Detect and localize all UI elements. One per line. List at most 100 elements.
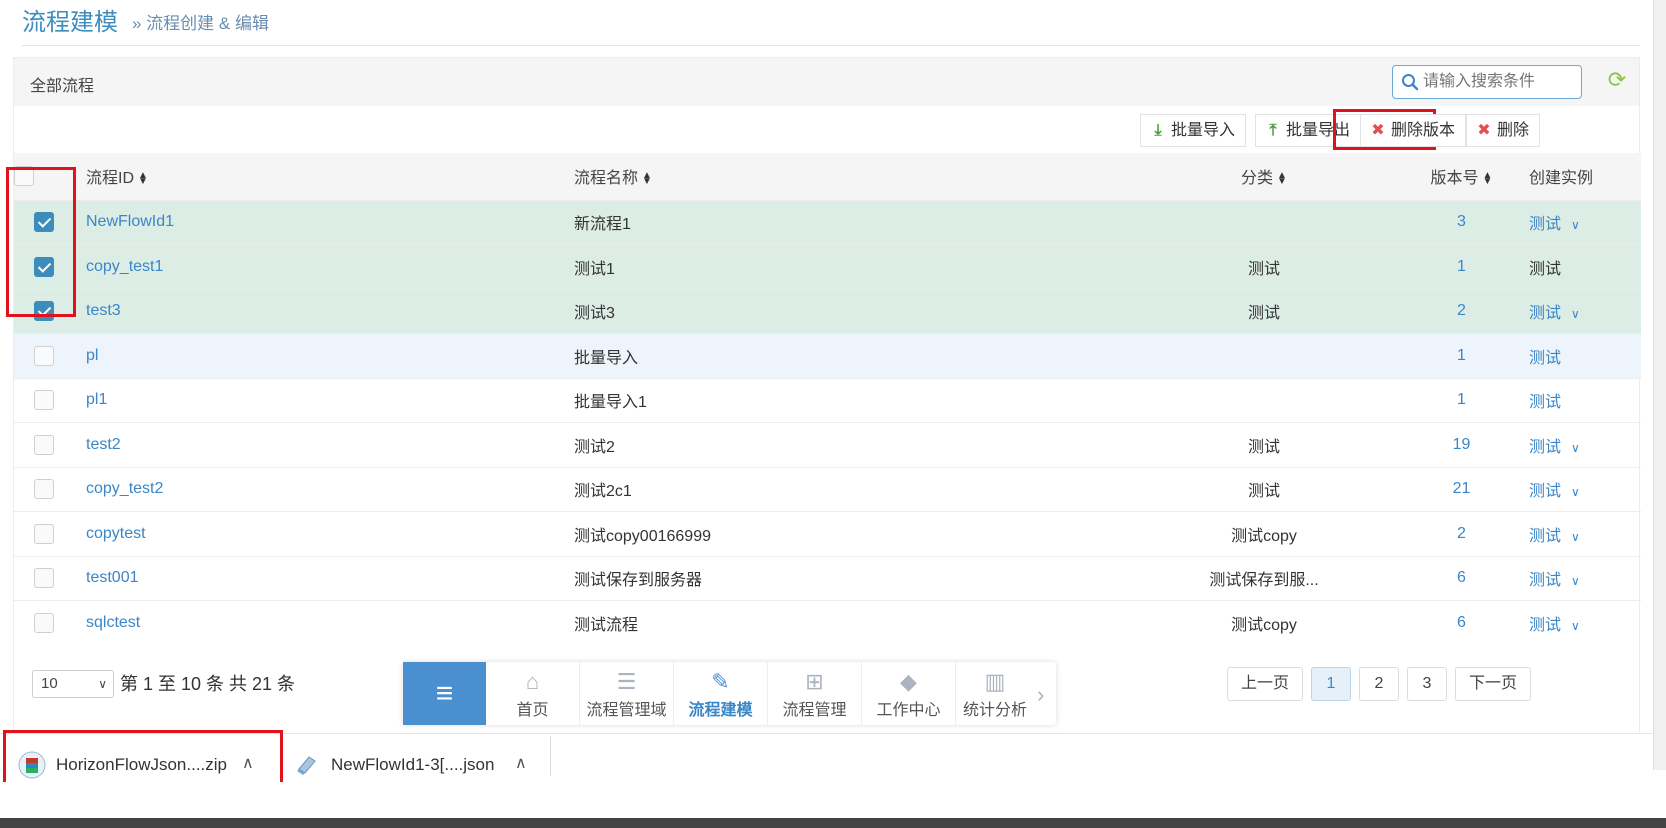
- chevron-down-icon[interactable]: ∨: [1571, 307, 1580, 321]
- flow-id-cell[interactable]: test2: [74, 422, 574, 467]
- flow-id-cell[interactable]: copy_test2: [74, 466, 574, 512]
- table-row[interactable]: sqlctest 测试流程 测试copy 6 测试 ∨: [14, 600, 1641, 645]
- col-flow-id[interactable]: 流程ID ▲ ▼: [74, 153, 574, 200]
- flow-id-cell[interactable]: copytest: [74, 511, 574, 556]
- flow-id-cell[interactable]: copy_test1: [74, 244, 574, 289]
- flow-id-cell[interactable]: pl1: [74, 377, 574, 423]
- create-instance-cell[interactable]: 测试: [1529, 333, 1641, 378]
- dock-item-process-modeling[interactable]: ✎ 流程建模: [674, 662, 768, 725]
- dock-item-statistics[interactable]: ▥ 统计分析: [956, 662, 1034, 725]
- version-cell[interactable]: 1: [1394, 333, 1529, 378]
- flow-id-link[interactable]: copy_test1: [86, 258, 163, 275]
- row-checkbox[interactable]: [34, 390, 54, 411]
- flow-id-cell[interactable]: NewFlowId1: [74, 199, 574, 245]
- page-3-button[interactable]: 3: [1407, 667, 1447, 701]
- version-cell[interactable]: 2: [1394, 511, 1529, 556]
- row-checkbox[interactable]: [34, 479, 54, 500]
- table-row[interactable]: test2 测试2 测试 19 测试 ∨: [14, 422, 1641, 467]
- table-row[interactable]: pl1 批量导入1 1 测试: [14, 377, 1641, 423]
- version-link[interactable]: 6: [1457, 614, 1466, 631]
- flow-id-link[interactable]: test2: [86, 436, 121, 453]
- version-link[interactable]: 21: [1453, 480, 1471, 497]
- version-link[interactable]: 3: [1457, 213, 1466, 230]
- version-link[interactable]: 1: [1457, 391, 1466, 408]
- chevron-down-icon[interactable]: ∨: [1571, 218, 1580, 232]
- table-row[interactable]: NewFlowId1 新流程1 3 测试 ∨: [14, 199, 1641, 245]
- menu-icon[interactable]: ≡: [403, 662, 486, 725]
- scrollbar[interactable]: [1653, 0, 1666, 770]
- col-version[interactable]: 版本号 ▲ ▼: [1394, 153, 1529, 200]
- create-instance-link[interactable]: 测试: [1529, 261, 1561, 278]
- row-checkbox[interactable]: [34, 568, 54, 589]
- create-instance-link[interactable]: 测试: [1529, 216, 1561, 233]
- version-link[interactable]: 19: [1453, 436, 1471, 453]
- create-instance-link[interactable]: 测试: [1529, 350, 1561, 367]
- chevron-down-icon[interactable]: ∨: [1571, 485, 1580, 499]
- table-row[interactable]: copytest 测试copy00166999 测试copy 2 测试 ∨: [14, 511, 1641, 556]
- version-cell[interactable]: 19: [1394, 422, 1529, 467]
- create-instance-link[interactable]: 测试: [1529, 528, 1561, 545]
- table-row[interactable]: test3 测试3 测试 2 测试 ∨: [14, 288, 1641, 334]
- delete-version-button[interactable]: ✖ 删除版本: [1360, 114, 1467, 147]
- table-row[interactable]: copy_test2 测试2c1 测试 21 测试 ∨: [14, 466, 1641, 512]
- download-item-json[interactable]: NewFlowId1-3[....json ∧: [285, 742, 547, 788]
- page-size-select[interactable]: 10 ∨: [32, 670, 114, 698]
- flow-id-link[interactable]: pl1: [86, 391, 107, 408]
- create-instance-cell[interactable]: 测试 ∨: [1529, 555, 1641, 601]
- col-category[interactable]: 分类 ▲ ▼: [1134, 153, 1394, 200]
- refresh-icon[interactable]: ⟳: [1606, 68, 1628, 92]
- page-2-button[interactable]: 2: [1359, 667, 1399, 701]
- create-instance-cell[interactable]: 测试 ∨: [1529, 199, 1641, 245]
- create-instance-cell[interactable]: 测试: [1529, 377, 1641, 423]
- flow-id-link[interactable]: NewFlowId1: [86, 213, 174, 230]
- create-instance-cell[interactable]: 测试: [1529, 244, 1641, 289]
- flow-id-cell[interactable]: pl: [74, 333, 574, 378]
- version-cell[interactable]: 1: [1394, 244, 1529, 289]
- version-link[interactable]: 2: [1457, 525, 1466, 542]
- version-link[interactable]: 2: [1457, 302, 1466, 319]
- table-row[interactable]: test001 测试保存到服务器 测试保存到服... 6 测试 ∨: [14, 555, 1641, 601]
- batch-import-button[interactable]: ⤓ 批量导入: [1140, 114, 1247, 147]
- create-instance-link[interactable]: 测试: [1529, 572, 1561, 589]
- page-1-button[interactable]: 1: [1311, 667, 1351, 701]
- create-instance-link[interactable]: 测试: [1529, 439, 1561, 456]
- flow-id-cell[interactable]: sqlctest: [74, 600, 574, 645]
- row-checkbox[interactable]: [34, 613, 54, 633]
- create-instance-cell[interactable]: 测试 ∨: [1529, 511, 1641, 556]
- create-instance-cell[interactable]: 测试 ∨: [1529, 422, 1641, 467]
- version-link[interactable]: 1: [1457, 258, 1466, 275]
- create-instance-cell[interactable]: 测试 ∨: [1529, 600, 1641, 645]
- table-row[interactable]: pl 批量导入 1 测试: [14, 333, 1641, 378]
- flow-id-link[interactable]: pl: [86, 347, 98, 364]
- flow-id-cell[interactable]: test001: [74, 555, 574, 601]
- version-cell[interactable]: 21: [1394, 466, 1529, 512]
- version-cell[interactable]: 1: [1394, 377, 1529, 423]
- search-box[interactable]: [1392, 65, 1582, 99]
- create-instance-link[interactable]: 测试: [1529, 394, 1561, 411]
- create-instance-link[interactable]: 测试: [1529, 305, 1561, 322]
- table-row[interactable]: copy_test1 测试1 测试 1 测试: [14, 244, 1641, 289]
- col-flow-name[interactable]: 流程名称 ▲ ▼: [574, 153, 1134, 200]
- chevron-down-icon[interactable]: ∨: [1571, 530, 1580, 544]
- next-page-button[interactable]: 下一页: [1455, 667, 1531, 701]
- version-cell[interactable]: 3: [1394, 199, 1529, 245]
- flow-id-link[interactable]: test001: [86, 569, 138, 586]
- chevron-down-icon[interactable]: ∨: [1571, 619, 1580, 633]
- dock-item-process-management[interactable]: ⊞ 流程管理: [768, 662, 862, 725]
- flow-id-link[interactable]: copytest: [86, 525, 146, 542]
- row-checkbox[interactable]: [34, 434, 54, 455]
- version-link[interactable]: 1: [1457, 347, 1466, 364]
- chevron-right-icon[interactable]: ›: [1037, 682, 1044, 708]
- dock-item-process-domain[interactable]: ☰ 流程管理域: [580, 662, 674, 725]
- flow-id-cell[interactable]: test3: [74, 288, 574, 334]
- chevron-up-icon[interactable]: ∧: [515, 753, 527, 773]
- create-instance-cell[interactable]: 测试 ∨: [1529, 288, 1641, 334]
- dock-item-home[interactable]: ⌂ 首页: [486, 662, 580, 725]
- version-link[interactable]: 6: [1457, 569, 1466, 586]
- delete-button[interactable]: ✖ 删除: [1466, 114, 1541, 147]
- version-cell[interactable]: 6: [1394, 555, 1529, 601]
- version-cell[interactable]: 6: [1394, 600, 1529, 645]
- flow-id-link[interactable]: copy_test2: [86, 480, 163, 497]
- flow-id-link[interactable]: test3: [86, 302, 121, 319]
- version-cell[interactable]: 2: [1394, 288, 1529, 334]
